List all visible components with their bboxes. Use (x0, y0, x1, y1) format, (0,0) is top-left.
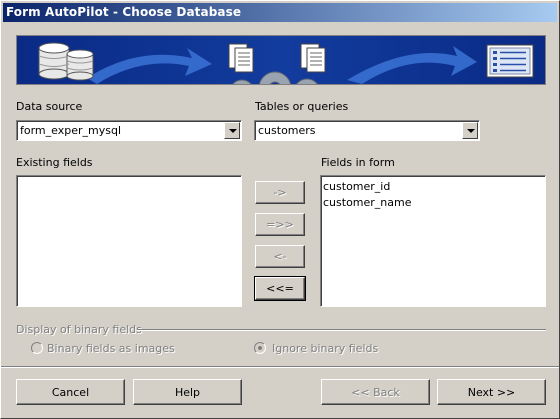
radio-selected-dot (258, 346, 262, 350)
chevron-down-icon[interactable] (462, 122, 478, 139)
fields-in-form-listbox[interactable]: customer_id customer_name (320, 175, 546, 307)
ignore-binary-radio[interactable] (254, 342, 266, 354)
existing-fields-listbox[interactable] (16, 175, 242, 307)
binary-fields-group-label: Display of binary fields (16, 323, 142, 336)
back-button[interactable]: << Back (321, 379, 430, 405)
cancel-button[interactable]: Cancel (16, 379, 125, 405)
tables-queries-value: customers (258, 124, 316, 137)
form-autopilot-dialog: Form AutoPilot - Choose Database Data so… (0, 0, 560, 419)
form-list-icon (486, 44, 534, 78)
tables-queries-label: Tables or queries (255, 100, 349, 113)
group-separator (137, 329, 546, 331)
next-button[interactable]: Next >> (437, 379, 546, 405)
data-source-label: Data source (16, 100, 83, 113)
binary-images-radio[interactable] (31, 342, 43, 354)
banner-illustration (17, 36, 545, 84)
title-bar[interactable]: Form AutoPilot - Choose Database (3, 3, 557, 22)
list-item[interactable]: customer_id (321, 178, 545, 194)
tables-queries-combobox[interactable]: customers (254, 120, 480, 141)
add-all-fields-button[interactable]: =>> (255, 213, 305, 236)
wizard-banner (16, 35, 546, 85)
window-title: Form AutoPilot - Choose Database (6, 5, 242, 19)
data-source-combobox[interactable]: form_exper_mysql (16, 120, 242, 141)
list-item[interactable]: customer_name (321, 194, 545, 210)
help-button[interactable]: Help (133, 379, 242, 405)
existing-fields-label: Existing fields (16, 156, 93, 169)
remove-field-button[interactable]: <- (255, 245, 305, 268)
add-field-button[interactable]: -> (255, 181, 305, 204)
data-source-value: form_exper_mysql (20, 124, 121, 137)
ignore-binary-label: Ignore binary fields (272, 342, 379, 355)
fields-in-form-label: Fields in form (321, 156, 395, 169)
footer-separator (1, 366, 559, 368)
chevron-down-icon[interactable] (224, 122, 240, 139)
binary-images-label: Binary fields as images (47, 342, 175, 355)
remove-all-fields-button[interactable]: <<= (254, 276, 306, 301)
